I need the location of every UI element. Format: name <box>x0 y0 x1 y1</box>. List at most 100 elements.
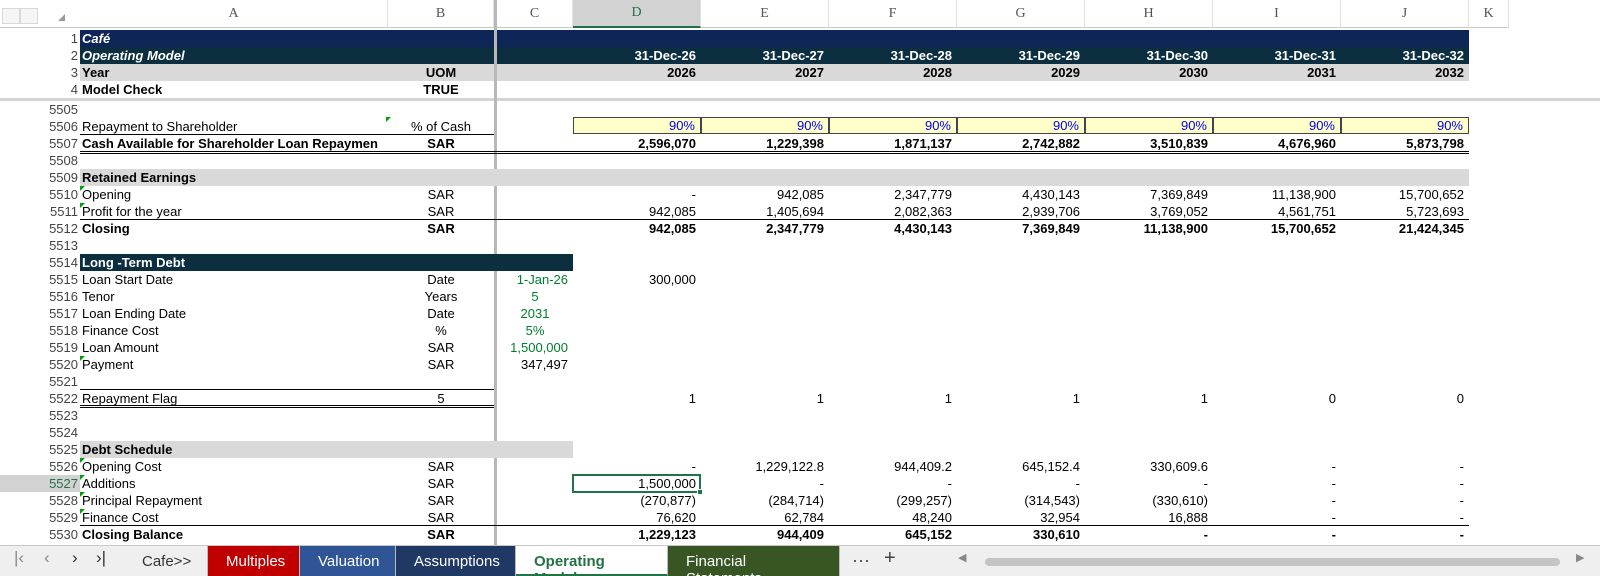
row-number[interactable]: 4 <box>0 81 80 98</box>
tab-valuation[interactable]: Valuation <box>300 546 396 576</box>
value-cell[interactable]: - <box>1213 526 1341 543</box>
value-cell[interactable]: 1 <box>701 390 829 407</box>
value-cell[interactable]: 15,700,652 <box>1341 186 1469 203</box>
uom-cell[interactable]: SAR <box>388 526 494 543</box>
row-number[interactable]: 5507 <box>0 135 80 152</box>
value-cell[interactable]: 330,610 <box>957 526 1085 543</box>
section-title[interactable]: Long -Term Debt <box>80 254 380 271</box>
row-number[interactable]: 5517 <box>0 305 80 322</box>
value-cell[interactable]: 62,784 <box>701 509 829 526</box>
uom-cell[interactable]: % of Cash <box>388 118 494 135</box>
uom-cell[interactable]: Date <box>388 305 494 322</box>
value-cell[interactable]: 2,939,706 <box>957 203 1085 220</box>
row-number[interactable]: 2 <box>0 47 80 64</box>
value-cell[interactable]: 7,369,849 <box>1085 186 1213 203</box>
value-cell[interactable]: - <box>1341 492 1469 509</box>
more-sheets-icon[interactable]: ··· <box>852 550 870 571</box>
tab-assumptions[interactable]: Assumptions <box>396 546 516 576</box>
row-number[interactable]: 1 <box>0 30 80 47</box>
input-cell[interactable]: 90% <box>829 117 957 134</box>
outline-level-2-button[interactable] <box>20 8 38 24</box>
row-label[interactable]: Opening <box>80 186 380 203</box>
uom-cell[interactable]: SAR <box>388 203 494 220</box>
year-header[interactable]: 2027 <box>701 64 829 81</box>
row-number[interactable]: 5519 <box>0 339 80 356</box>
row-number[interactable]: 5510 <box>0 186 80 203</box>
date-header[interactable]: 31-Dec-27 <box>701 47 829 64</box>
value-cell[interactable]: 4,676,960 <box>1213 135 1341 152</box>
value-cell[interactable]: 4,561,751 <box>1213 203 1341 220</box>
first-sheet-icon[interactable]: |‹ <box>14 548 24 568</box>
value-cell[interactable]: - <box>957 475 1085 492</box>
uom-cell[interactable]: Years <box>388 288 494 305</box>
column-header-a[interactable]: A <box>80 0 388 28</box>
company-title[interactable]: Café <box>80 30 380 47</box>
row-number[interactable]: 5515 <box>0 271 80 288</box>
value-cell[interactable]: - <box>1341 509 1469 526</box>
value-cell[interactable]: (314,543) <box>957 492 1085 509</box>
column-header-b[interactable]: B <box>388 0 494 28</box>
tab-operating-model[interactable]: Operating Model <box>516 546 668 576</box>
value-cell[interactable]: 944,409.2 <box>829 458 957 475</box>
value-cell[interactable]: 1,229,123 <box>573 526 701 543</box>
value-cell[interactable]: 1,229,398 <box>701 135 829 152</box>
section-title[interactable]: Debt Schedule <box>80 441 380 458</box>
value-cell[interactable]: 21,424,345 <box>1341 220 1469 237</box>
value-cell[interactable]: 32,954 <box>957 509 1085 526</box>
next-sheet-icon[interactable]: › <box>72 548 78 568</box>
row-number[interactable]: 5522 <box>0 390 80 407</box>
row-number[interactable]: 5525 <box>0 441 80 458</box>
value-cell[interactable]: 0 <box>1341 390 1469 407</box>
uom-header[interactable]: UOM <box>388 64 494 81</box>
column-header-h[interactable]: H <box>1085 0 1213 28</box>
horizontal-scrollbar[interactable] <box>985 558 1560 566</box>
input-cell[interactable]: 90% <box>957 117 1085 134</box>
value-cell[interactable]: - <box>1213 458 1341 475</box>
value-cell[interactable]: - <box>1213 475 1341 492</box>
uom-cell[interactable]: SAR <box>388 186 494 203</box>
row-label[interactable]: Repayment to Shareholder <box>80 118 380 135</box>
value-cell[interactable]: 7,369,849 <box>957 220 1085 237</box>
column-header-j[interactable]: J <box>1341 0 1469 28</box>
value-cell[interactable]: 942,085 <box>701 186 829 203</box>
row-number[interactable]: 5505 <box>0 101 80 118</box>
uom-cell[interactable]: Date <box>388 271 494 288</box>
row-number[interactable]: 5528 <box>0 492 80 509</box>
value-cell[interactable]: (284,714) <box>701 492 829 509</box>
value-cell[interactable]: - <box>1085 526 1213 543</box>
column-header-c[interactable]: C <box>497 0 573 28</box>
model-check-value[interactable]: TRUE <box>388 81 494 98</box>
date-header[interactable]: 31-Dec-31 <box>1213 47 1341 64</box>
tab-cafe[interactable]: Cafe>> <box>124 546 208 576</box>
row-number-selected[interactable]: 5527 <box>0 475 80 492</box>
select-all-corner[interactable] <box>0 0 80 28</box>
prev-sheet-icon[interactable]: ‹ <box>44 548 50 568</box>
outline-level-1-button[interactable] <box>2 8 20 24</box>
date-header[interactable]: 31-Dec-30 <box>1085 47 1213 64</box>
value-cell[interactable]: (299,257) <box>829 492 957 509</box>
value-cell[interactable]: 2,742,882 <box>957 135 1085 152</box>
row-label[interactable]: Finance Cost <box>80 509 380 526</box>
value-cell[interactable]: 3,769,052 <box>1085 203 1213 220</box>
input-cell[interactable]: 1-Jan-26 <box>497 271 573 288</box>
model-check-label[interactable]: Model Check <box>80 81 380 98</box>
year-header[interactable]: 2026 <box>573 64 701 81</box>
tab-financial-statements[interactable]: Financial Statements <box>668 546 840 576</box>
value-cell[interactable]: (330,610) <box>1085 492 1213 509</box>
value-cell[interactable]: 2,082,363 <box>829 203 957 220</box>
input-cell[interactable]: 2031 <box>497 305 573 322</box>
scroll-left-icon[interactable]: ◀ <box>958 551 966 564</box>
input-cell[interactable]: 90% <box>1213 117 1341 134</box>
active-cell-selection[interactable] <box>572 474 703 495</box>
year-label[interactable]: Year <box>80 64 380 81</box>
row-number[interactable]: 5514 <box>0 254 80 271</box>
row-number[interactable]: 5512 <box>0 220 80 237</box>
value-cell[interactable]: 1,229,122.8 <box>701 458 829 475</box>
value-cell[interactable]: 1 <box>829 390 957 407</box>
value-cell[interactable]: 942,085 <box>573 203 701 220</box>
value-cell[interactable]: 944,409 <box>701 526 829 543</box>
value-cell[interactable]: 1 <box>1085 390 1213 407</box>
row-number[interactable]: 5526 <box>0 458 80 475</box>
row-label[interactable]: Additions <box>80 475 380 492</box>
value-cell[interactable]: 1 <box>573 390 701 407</box>
